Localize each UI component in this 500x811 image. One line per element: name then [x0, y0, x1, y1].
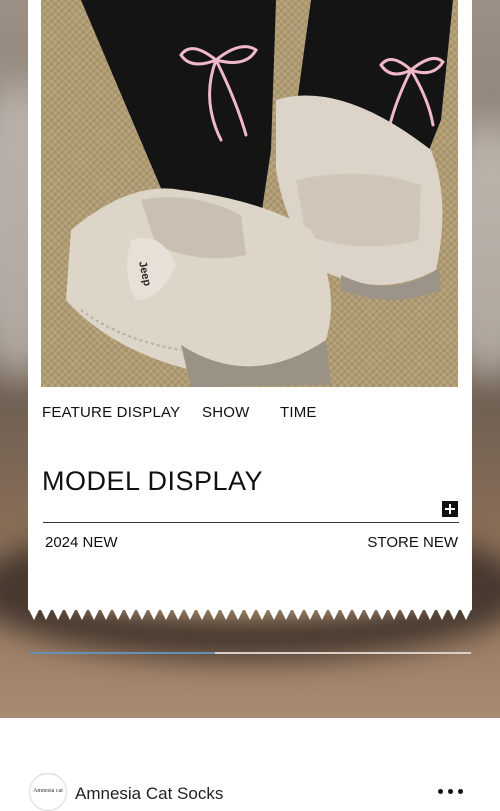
- divider: [43, 522, 459, 523]
- store-new-label: STORE NEW: [367, 534, 458, 551]
- more-dots-icon[interactable]: [436, 786, 466, 798]
- tab-feature-display[interactable]: FEATURE DISPLAY: [42, 404, 180, 421]
- gallery-progress: [29, 652, 471, 654]
- year-label: 2024 NEW: [45, 534, 118, 551]
- feature-tabs: FEATURE DISPLAY SHOW TIME: [42, 404, 462, 424]
- product-photo: Jeep: [41, 0, 458, 387]
- tab-time[interactable]: TIME: [280, 404, 317, 421]
- card-zigzag-edge: [28, 608, 472, 620]
- gallery-progress-fill: [29, 652, 215, 654]
- store-name[interactable]: Amnesia Cat Socks: [75, 784, 223, 804]
- store-logo-text: Amnesia cat: [33, 788, 63, 794]
- plus-icon[interactable]: [442, 501, 458, 517]
- section-title: MODEL DISPLAY: [42, 466, 264, 496]
- tab-show[interactable]: SHOW: [202, 404, 249, 421]
- store-avatar[interactable]: Amnesia cat: [29, 773, 67, 811]
